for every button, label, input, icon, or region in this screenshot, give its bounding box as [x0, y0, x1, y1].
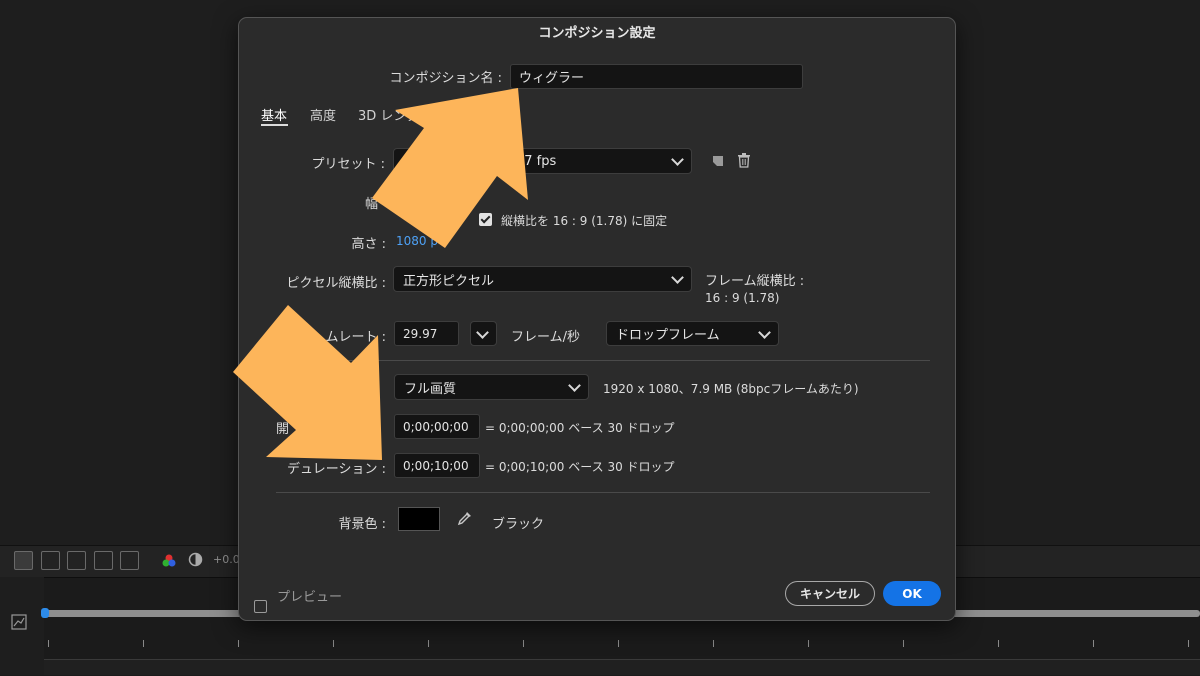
annotation-arrow-up-right-icon	[372, 88, 528, 248]
annotation-arrow-down-right-icon	[233, 305, 382, 460]
annotation-arrows	[233, 88, 528, 460]
